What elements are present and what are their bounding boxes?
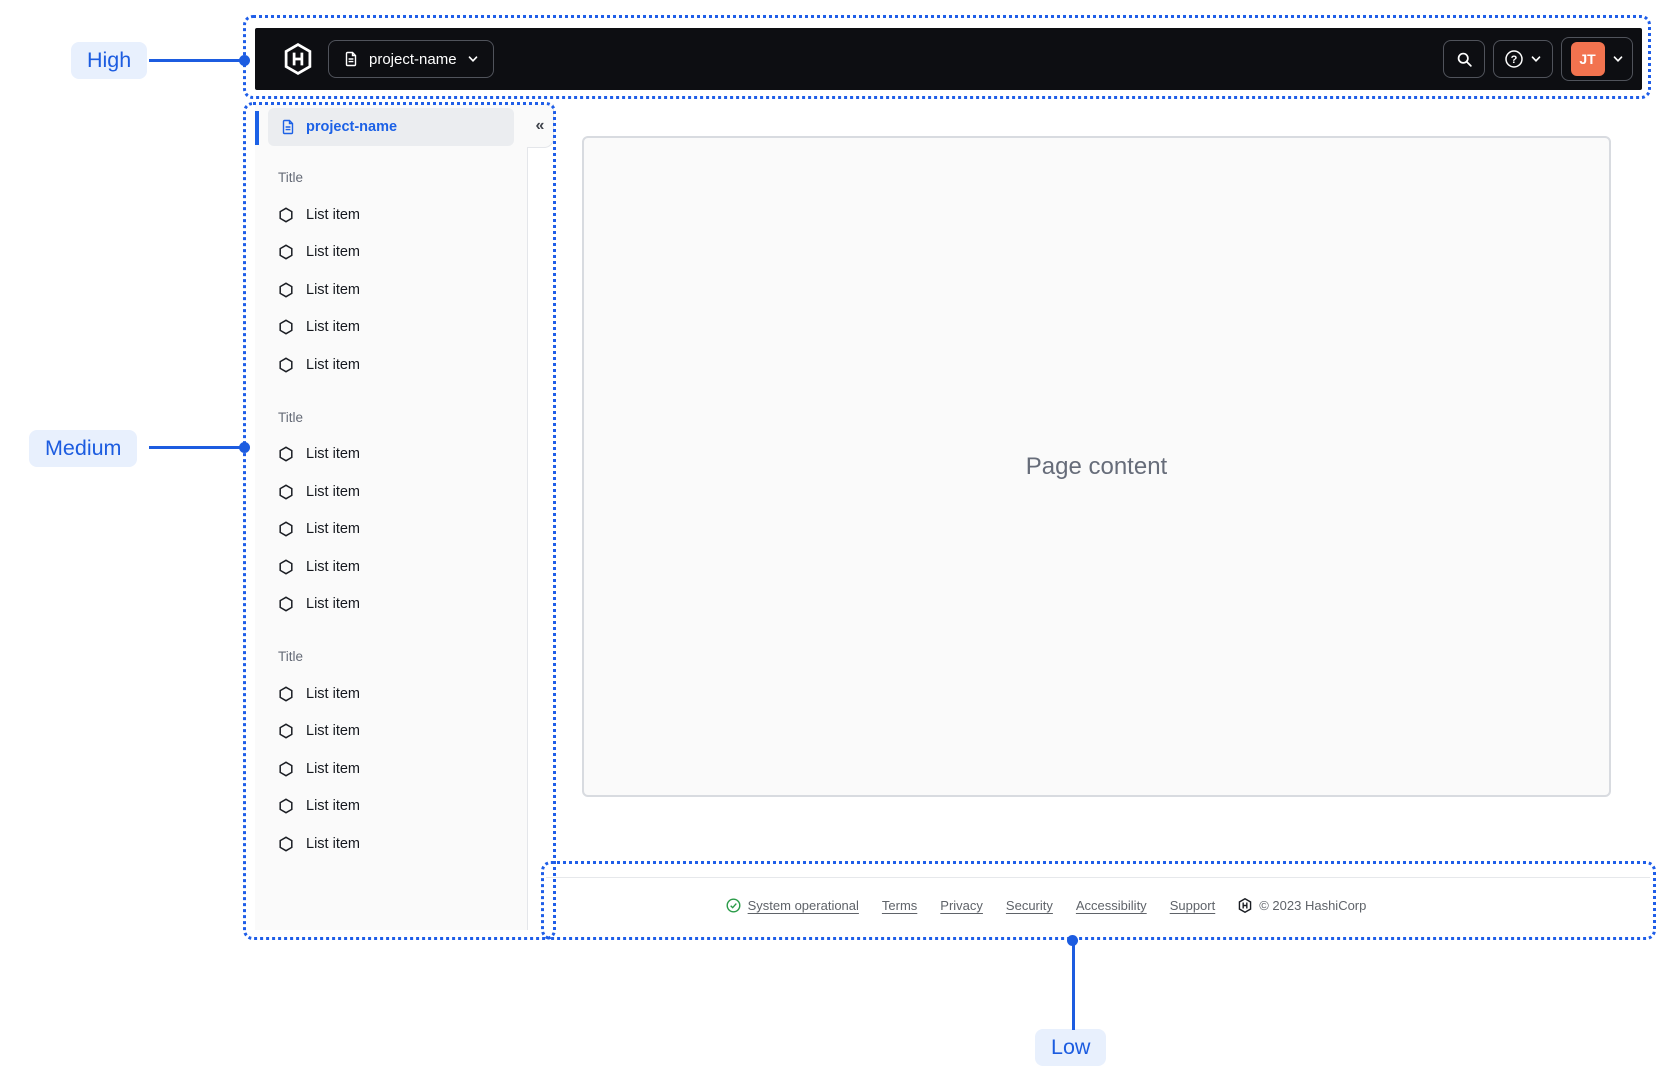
sidebar-item-label: List item: [306, 281, 360, 298]
section-title: Title: [278, 649, 304, 664]
sidebar-item-label: List item: [306, 446, 360, 463]
collapse-icon: «: [535, 116, 545, 134]
hexagon-icon: [278, 761, 294, 777]
user-menu-button[interactable]: JT: [1561, 37, 1633, 81]
sidebar-active-indicator: [255, 111, 259, 145]
footer-link-privacy[interactable]: Privacy: [940, 898, 983, 913]
annotation-connector-low: [1072, 941, 1075, 1030]
sidebar-collapse-button[interactable]: «: [527, 104, 554, 148]
sidebar-item-label: List item: [306, 685, 360, 702]
annotation-label-low: Low: [1035, 1029, 1107, 1066]
sidebar-item[interactable]: List item: [278, 196, 527, 234]
chevron-down-icon: [467, 53, 479, 65]
sidebar-item[interactable]: List item: [278, 271, 527, 309]
hexagon-icon: [278, 357, 294, 373]
annotation-dot-high: [239, 55, 250, 66]
status-link[interactable]: System operational: [726, 898, 859, 913]
hexagon-icon: [278, 319, 294, 335]
hexagon-icon: [278, 244, 294, 260]
chevron-down-icon: [1530, 53, 1542, 65]
sidebar-item[interactable]: List item: [278, 548, 527, 586]
hexagon-icon: [278, 484, 294, 500]
footer-link-terms[interactable]: Terms: [882, 898, 917, 913]
search-button[interactable]: [1443, 40, 1485, 78]
svg-text:?: ?: [1511, 54, 1518, 66]
hexagon-icon: [278, 282, 294, 298]
sidebar-nav: Title List item List item List item List…: [255, 150, 527, 863]
sidebar-item[interactable]: List item: [278, 511, 527, 549]
copyright-text: © 2023 HashiCorp: [1259, 898, 1367, 913]
sidebar-item[interactable]: List item: [278, 473, 527, 511]
file-text-icon: [280, 119, 296, 135]
avatar: JT: [1570, 42, 1605, 76]
help-icon: ?: [1504, 49, 1524, 69]
hexagon-icon: [278, 798, 294, 814]
sidebar-item-label: List item: [306, 596, 360, 613]
footer: System operational Terms Privacy Securit…: [546, 878, 1650, 933]
sidebar-divider: [527, 147, 528, 930]
sidebar-item[interactable]: List item: [278, 825, 527, 863]
hexagon-icon: [278, 723, 294, 739]
sidebar-item-label: List item: [306, 244, 360, 261]
main-content: Page content: [582, 136, 1611, 797]
sidebar-item-label: List item: [306, 206, 360, 223]
sidebar-item[interactable]: List item: [278, 346, 527, 384]
search-icon: [1456, 51, 1473, 68]
hexagon-icon: [278, 686, 294, 702]
top-navbar: project-name ? JT: [255, 28, 1642, 90]
sidebar-item-label: List item: [306, 521, 360, 538]
hexagon-icon: [278, 521, 294, 537]
footer-link-security[interactable]: Security: [1006, 898, 1053, 913]
footer-link-support[interactable]: Support: [1170, 898, 1216, 913]
help-menu-button[interactable]: ?: [1493, 40, 1553, 78]
sidebar-item[interactable]: List item: [278, 788, 527, 826]
hashicorp-logo: [283, 43, 313, 75]
sidebar-item-label: List item: [306, 558, 360, 575]
hashicorp-logo: [1238, 898, 1252, 913]
check-circle-icon: [726, 898, 741, 913]
sidebar-item-label: List item: [306, 356, 360, 373]
copyright: © 2023 HashiCorp: [1238, 898, 1366, 913]
hexagon-icon: [278, 207, 294, 223]
sidebar-item[interactable]: List item: [278, 586, 527, 624]
page-content-placeholder: Page content: [1025, 452, 1168, 480]
file-text-icon: [343, 51, 359, 67]
sidebar-item[interactable]: List item: [278, 713, 527, 751]
section-title: Title: [278, 170, 304, 185]
project-switcher-label: project-name: [369, 50, 457, 68]
sidebar-item[interactable]: List item: [278, 309, 527, 347]
status-label: System operational: [747, 898, 859, 913]
hexagon-icon: [278, 596, 294, 612]
sidebar-item-label: List item: [306, 723, 360, 740]
chevron-down-icon: [1612, 53, 1624, 65]
annotation-connector-high: [149, 59, 244, 62]
annotation-dot-medium: [239, 442, 250, 453]
sidebar-item-label: List item: [306, 319, 360, 336]
sidebar-item-label: List item: [306, 483, 360, 500]
hexagon-icon: [278, 446, 294, 462]
sidebar-item[interactable]: List item: [278, 436, 527, 474]
annotation-label-medium: Medium: [29, 430, 138, 467]
section-title: Title: [278, 409, 304, 425]
sidebar-item-label: List item: [306, 798, 360, 815]
hexagon-icon: [278, 836, 294, 852]
sidebar-item-label: List item: [306, 760, 360, 777]
project-switcher-button[interactable]: project-name: [328, 40, 494, 78]
annotation-dot-low: [1067, 935, 1078, 946]
sidebar-item[interactable]: List item: [278, 234, 527, 272]
annotation-label-high: High: [71, 42, 148, 79]
sidebar-item[interactable]: List item: [278, 675, 527, 713]
footer-link-accessibility[interactable]: Accessibility: [1076, 898, 1147, 913]
hexagon-icon: [278, 559, 294, 575]
sidebar: project-name Title List item List item L…: [255, 104, 527, 930]
sidebar-project-label: project-name: [306, 119, 398, 135]
sidebar-item[interactable]: List item: [278, 750, 527, 788]
sidebar-project-link[interactable]: project-name: [268, 108, 514, 146]
sidebar-item-label: List item: [306, 835, 360, 852]
annotation-connector-medium: [149, 446, 244, 449]
